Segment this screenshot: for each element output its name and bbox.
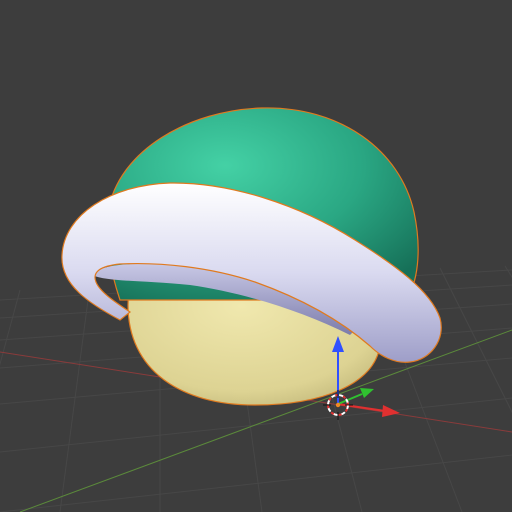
gizmo-y-arrow-icon[interactable] bbox=[360, 388, 374, 398]
gizmo-x-arrow-icon[interactable] bbox=[382, 405, 400, 417]
shell-object[interactable] bbox=[61, 107, 442, 406]
3d-viewport[interactable] bbox=[0, 0, 512, 512]
